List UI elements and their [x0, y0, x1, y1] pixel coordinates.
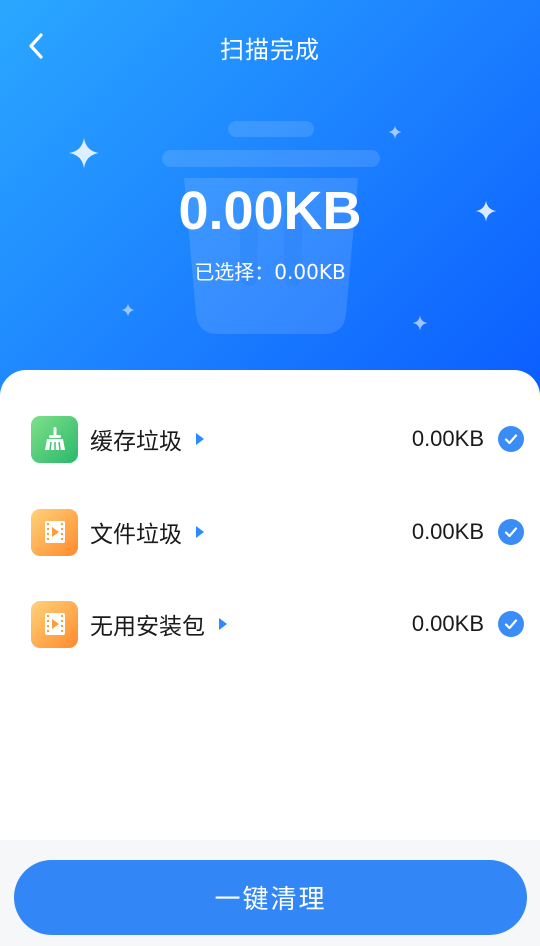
- scan-result-header: 扫描完成 0.00KB 已选择：0.00KB: [0, 0, 540, 400]
- one-click-clean-button[interactable]: 一键清理: [14, 860, 527, 935]
- broom-icon: [31, 415, 78, 463]
- sparkle-icon: [388, 125, 402, 139]
- checkbox-checked[interactable]: [498, 426, 524, 452]
- check-icon: [504, 434, 518, 445]
- item-label-text: 无用安装包: [90, 614, 205, 640]
- caret-right-icon: [196, 526, 204, 538]
- caret-right-icon: [196, 433, 204, 445]
- junk-list: 缓存垃圾 0.00KB 文件垃圾 0.00KB 无用安装包 0.00KB: [0, 370, 540, 840]
- film-icon: [31, 508, 78, 556]
- checkbox-checked[interactable]: [498, 519, 524, 545]
- list-item-file-junk[interactable]: 文件垃圾 0.00KB: [0, 502, 540, 562]
- list-item-label: 文件垃圾: [90, 515, 204, 549]
- sparkle-icon: [121, 303, 135, 317]
- item-label-text: 文件垃圾: [90, 522, 182, 548]
- list-item-unused-apk[interactable]: 无用安装包 0.00KB: [0, 594, 540, 654]
- list-item-label: 无用安装包: [90, 607, 227, 641]
- item-size: 0.00KB: [411, 611, 484, 636]
- selected-size-text: 已选择：0.00KB: [194, 260, 346, 284]
- caret-right-icon: [219, 618, 227, 630]
- list-item-cache-junk[interactable]: 缓存垃圾 0.00KB: [0, 409, 540, 469]
- item-size: 0.00KB: [411, 426, 484, 451]
- check-icon: [504, 619, 518, 630]
- sparkle-icon: [69, 138, 99, 168]
- item-label-text: 缓存垃圾: [90, 429, 182, 455]
- sparkle-icon: [412, 315, 428, 331]
- total-size: 0.00KB: [178, 181, 362, 241]
- item-size: 0.00KB: [411, 519, 484, 544]
- film-icon: [31, 600, 78, 648]
- top-bar: 扫描完成: [0, 0, 540, 92]
- list-item-label: 缓存垃圾: [90, 422, 204, 456]
- check-icon: [504, 527, 518, 538]
- page-title: 扫描完成: [220, 36, 320, 64]
- checkbox-checked[interactable]: [498, 611, 524, 637]
